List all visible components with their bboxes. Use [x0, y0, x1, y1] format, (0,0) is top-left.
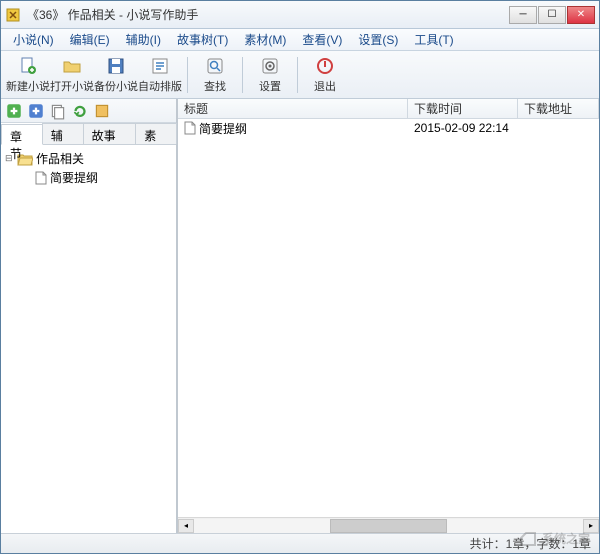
menu-assist[interactable]: 辅助(I) — [118, 29, 169, 50]
status-text: 共计：1章，字数：1章 — [470, 535, 591, 552]
menu-storytree[interactable]: 故事树(T) — [169, 29, 236, 50]
tree-view: ⊟ 作品相关 简要提纲 — [1, 145, 176, 533]
col-url[interactable]: 下载地址 — [518, 99, 599, 118]
col-title[interactable]: 标题 — [178, 99, 408, 118]
list-header: 标题 下载时间 下载地址 — [178, 99, 599, 119]
menu-view[interactable]: 查看(V) — [294, 29, 350, 50]
tab-chapter[interactable]: 章节 — [1, 124, 43, 145]
scroll-track[interactable] — [194, 519, 583, 533]
scroll-right-button[interactable]: ▸ — [583, 519, 599, 533]
menu-tools[interactable]: 工具(T) — [406, 29, 461, 50]
main-panel: 标题 下载时间 下载地址 简要提纲 2015-02-09 22:14 ◂ — [177, 99, 599, 533]
toolbar: 新建小说 打开小说 备份小说 自动排版 查找 设置 退出 — [1, 51, 599, 99]
row-time: 2015-02-09 22:14 — [408, 121, 518, 135]
exit-icon — [315, 56, 335, 76]
maximize-button[interactable]: ☐ — [538, 6, 566, 24]
menu-edit[interactable]: 编辑(E) — [62, 29, 118, 50]
menubar: 小说(N) 编辑(E) 辅助(I) 故事树(T) 素材(M) 查看(V) 设置(… — [1, 29, 599, 51]
document-icon — [184, 121, 196, 135]
open-novel-button[interactable]: 打开小说 — [51, 54, 93, 96]
tree-root-label: 作品相关 — [36, 150, 84, 167]
typeset-icon — [150, 56, 170, 76]
sidebar-iconbar — [1, 99, 176, 123]
tab-assist[interactable]: 辅助 — [42, 123, 84, 144]
new-file-icon — [18, 56, 38, 76]
search-button[interactable]: 查找 — [194, 54, 236, 96]
gear-icon — [260, 56, 280, 76]
sidebar-tabs: 章节 辅助 故事树 素材 — [1, 123, 176, 145]
minimize-button[interactable]: ─ — [509, 6, 537, 24]
tab-storytree[interactable]: 故事树 — [83, 123, 137, 144]
new-novel-button[interactable]: 新建小说 — [7, 54, 49, 96]
search-icon — [205, 56, 225, 76]
add-blue-icon[interactable] — [27, 102, 45, 120]
row-title: 简要提纲 — [199, 120, 247, 137]
menu-novel[interactable]: 小说(N) — [5, 29, 62, 50]
horizontal-scrollbar[interactable]: ◂ ▸ — [178, 517, 599, 533]
sidebar: 章节 辅助 故事树 素材 ⊟ 作品相关 简要提纲 — [1, 99, 177, 533]
close-button[interactable]: ✕ — [567, 6, 595, 24]
tree-child[interactable]: 简要提纲 — [23, 168, 172, 187]
add-green-icon[interactable] — [5, 102, 23, 120]
scroll-thumb[interactable] — [330, 519, 447, 533]
refresh-icon[interactable] — [71, 102, 89, 120]
settings-button[interactable]: 设置 — [249, 54, 291, 96]
auto-typeset-button[interactable]: 自动排版 — [139, 54, 181, 96]
document-icon — [35, 171, 47, 185]
list-body: 简要提纲 2015-02-09 22:14 — [178, 119, 599, 517]
menu-material[interactable]: 素材(M) — [236, 29, 294, 50]
toolbar-separator — [187, 57, 188, 93]
exit-button[interactable]: 退出 — [304, 54, 346, 96]
backup-novel-button[interactable]: 备份小说 — [95, 54, 137, 96]
tab-material[interactable]: 素材 — [135, 123, 177, 144]
toolbar-separator — [242, 57, 243, 93]
statusbar: 共计：1章，字数：1章 — [1, 533, 599, 553]
list-row[interactable]: 简要提纲 2015-02-09 22:14 — [178, 119, 599, 137]
toolbar-separator — [297, 57, 298, 93]
action-icon[interactable] — [93, 102, 111, 120]
open-folder-icon — [62, 56, 82, 76]
save-icon — [106, 56, 126, 76]
copy-icon[interactable] — [49, 102, 67, 120]
scroll-left-button[interactable]: ◂ — [178, 519, 194, 533]
app-icon — [5, 7, 21, 23]
col-time[interactable]: 下载时间 — [408, 99, 518, 118]
titlebar: 《36》 作品相关 - 小说写作助手 ─ ☐ ✕ — [1, 1, 599, 29]
menu-settings[interactable]: 设置(S) — [350, 29, 406, 50]
tree-child-label: 简要提纲 — [50, 169, 98, 186]
tree-root[interactable]: ⊟ 作品相关 — [5, 149, 172, 168]
window-title: 《36》 作品相关 - 小说写作助手 — [27, 6, 509, 23]
